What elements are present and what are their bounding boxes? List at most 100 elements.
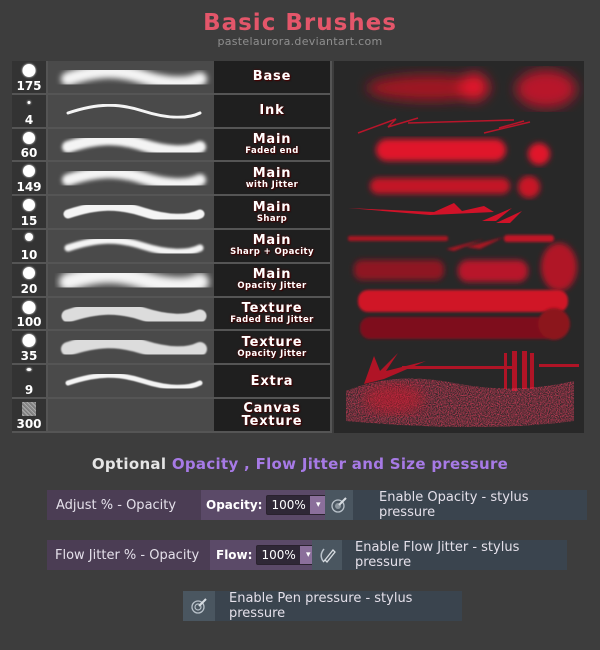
- preview-stroke-sharp-opacity: [348, 235, 554, 251]
- brush-stroke-sample: [48, 128, 214, 161]
- brush-name-cell: Main Sharp + Opacity: [214, 230, 330, 262]
- flow-value[interactable]: 100%: [257, 546, 299, 564]
- brush-stroke-sample: [48, 94, 214, 127]
- pen-pressure-icon[interactable]: [183, 591, 215, 621]
- brush-size: 60: [20, 146, 38, 161]
- opacity-value[interactable]: 100%: [267, 496, 309, 514]
- preview-stroke-main-faded: [376, 139, 550, 165]
- opacity-adjust-label: Adjust % - Opacity: [56, 497, 177, 513]
- brush-table: 175 Base 4 Ink 60 Main Faded end 149 Main with Ji…: [12, 61, 332, 433]
- opacity-dropdown[interactable]: 100% ▾: [266, 495, 328, 515]
- brush-size-cell: 100: [12, 297, 46, 330]
- brush-tip-icon: [23, 165, 35, 178]
- brush-size: 9: [24, 382, 34, 397]
- brush-name: Main: [252, 199, 292, 215]
- flow-adjust-label: Flow Jitter % - Opacity: [55, 547, 200, 563]
- preview-stroke-main-jitter: [370, 176, 540, 198]
- brush-stroke: [64, 236, 204, 256]
- brush-row[interactable]: 9 Extra: [12, 365, 332, 397]
- flow-adjust-label-box: Flow Jitter % - Opacity: [47, 540, 210, 570]
- brush-name-cell: Canvas Texture: [214, 399, 330, 431]
- opacity-control: Opacity: 100% ▾: [201, 490, 328, 520]
- optional-prefix: Optional: [91, 455, 167, 473]
- flow-dropdown[interactable]: 100% ▾: [256, 545, 318, 565]
- pen-pressure-toggle[interactable]: [183, 591, 215, 621]
- brush-size-cell: 15: [12, 196, 46, 228]
- brush-tip-icon: [23, 199, 35, 212]
- brush-row[interactable]: 100 Texture Faded End Jitter: [12, 297, 332, 330]
- brush-name-cell: Main Sharp: [214, 196, 330, 228]
- brush-stroke: [61, 64, 207, 91]
- brush-size-cell: 149: [12, 162, 46, 195]
- brush-row[interactable]: 35 Texture Opacity Jitter: [12, 331, 332, 364]
- flow-enable-label-box: Enable Flow Jitter - stylus pressure: [342, 540, 567, 570]
- brush-name-cell: Texture Opacity Jitter: [214, 331, 330, 364]
- preview-stroke-base: [367, 70, 576, 108]
- preview-stroke-texture-opacity: [360, 308, 570, 340]
- opacity-pressure-toggle[interactable]: [325, 490, 353, 520]
- brush-row[interactable]: 175 Base: [12, 61, 332, 93]
- preview-stroke-canvas-texture: [346, 378, 574, 427]
- brush-stroke-sample: [48, 263, 214, 296]
- brush-stroke: [66, 103, 202, 119]
- brush-subname: with Jitter: [245, 179, 299, 190]
- brush-size-cell: 4: [12, 94, 46, 127]
- brush-row[interactable]: 4 Ink: [12, 94, 332, 127]
- brush-subname: Faded End Jitter: [230, 314, 314, 325]
- brush-stroke-sample: [48, 196, 214, 228]
- brush-name: Texture: [241, 300, 303, 316]
- brush-row[interactable]: 10 Main Sharp + Opacity: [12, 230, 332, 262]
- brush-size-cell: 300: [12, 399, 46, 431]
- brush-stroke: [62, 166, 206, 191]
- brush-row[interactable]: 300 Canvas Texture: [12, 399, 332, 431]
- opacity-control-label: Opacity:: [206, 498, 263, 512]
- brush-name: Canvas Texture: [241, 400, 303, 429]
- opacity-enable-label: Enable Opacity - stylus pressure: [379, 490, 529, 520]
- pen-pressure-icon[interactable]: [312, 540, 342, 570]
- brush-row[interactable]: 149 Main with Jitter: [12, 162, 332, 195]
- brush-stroke-sample: [48, 297, 214, 330]
- brush-row[interactable]: 60 Main Faded end: [12, 128, 332, 161]
- brush-size: 100: [16, 315, 42, 330]
- brush-name-cell: Texture Faded End Jitter: [214, 297, 330, 330]
- optional-heading: Optional Opacity , Flow Jitter and Size …: [0, 455, 600, 473]
- page-title: Basic Brushes: [203, 10, 397, 36]
- brush-stroke: [63, 201, 205, 223]
- page-subtitle: pastelaurora.deviantart.com: [217, 35, 383, 48]
- brush-tip-icon: [22, 64, 36, 77]
- brush-name: Texture: [241, 334, 303, 350]
- brush-name: Main: [252, 267, 292, 283]
- preview-stroke-sharp: [348, 203, 522, 223]
- brush-stroke-sample: [48, 331, 214, 364]
- brush-name-cell: Main Opacity Jitter: [214, 263, 330, 296]
- brush-size-cell: 35: [12, 331, 46, 364]
- brush-row[interactable]: 20 Main Opacity Jitter: [12, 263, 332, 296]
- airbrush-pressure-icon[interactable]: [325, 490, 353, 520]
- brush-size-cell: 20: [12, 263, 46, 296]
- brush-stroke: [61, 301, 207, 327]
- brush-stroke-sample: [48, 365, 214, 397]
- flow-pressure-toggle[interactable]: [312, 540, 342, 570]
- brush-name: Extra: [250, 373, 294, 389]
- brush-stroke: [61, 334, 207, 361]
- brush-size-cell: 60: [12, 128, 46, 161]
- brush-row[interactable]: 15 Main Sharp: [12, 196, 332, 228]
- brush-size: 149: [16, 180, 42, 195]
- brush-tip-icon: [22, 334, 36, 348]
- brush-name: Ink: [259, 103, 285, 119]
- brush-stroke-sample: [48, 61, 214, 93]
- flow-enable-label: Enable Flow Jitter - stylus pressure: [355, 540, 520, 570]
- brush-tip-icon: [22, 300, 36, 314]
- preview-stroke-texture-faded: [358, 290, 568, 312]
- brush-stroke-sample: [48, 162, 214, 195]
- brush-stroke: [59, 265, 209, 296]
- brush-name: Main: [252, 233, 292, 249]
- optional-highlight: Opacity , Flow Jitter and Size pressure: [171, 455, 509, 473]
- brush-name-cell: Base: [214, 61, 330, 93]
- brush-tip-icon: [23, 266, 35, 279]
- brush-size: 300: [16, 416, 42, 431]
- opacity-enable-label-box: Enable Opacity - stylus pressure: [353, 490, 587, 520]
- brush-subname: Opacity Jitter: [237, 348, 307, 359]
- brush-name-cell: Ink: [214, 94, 330, 127]
- brush-stroke: [65, 372, 203, 390]
